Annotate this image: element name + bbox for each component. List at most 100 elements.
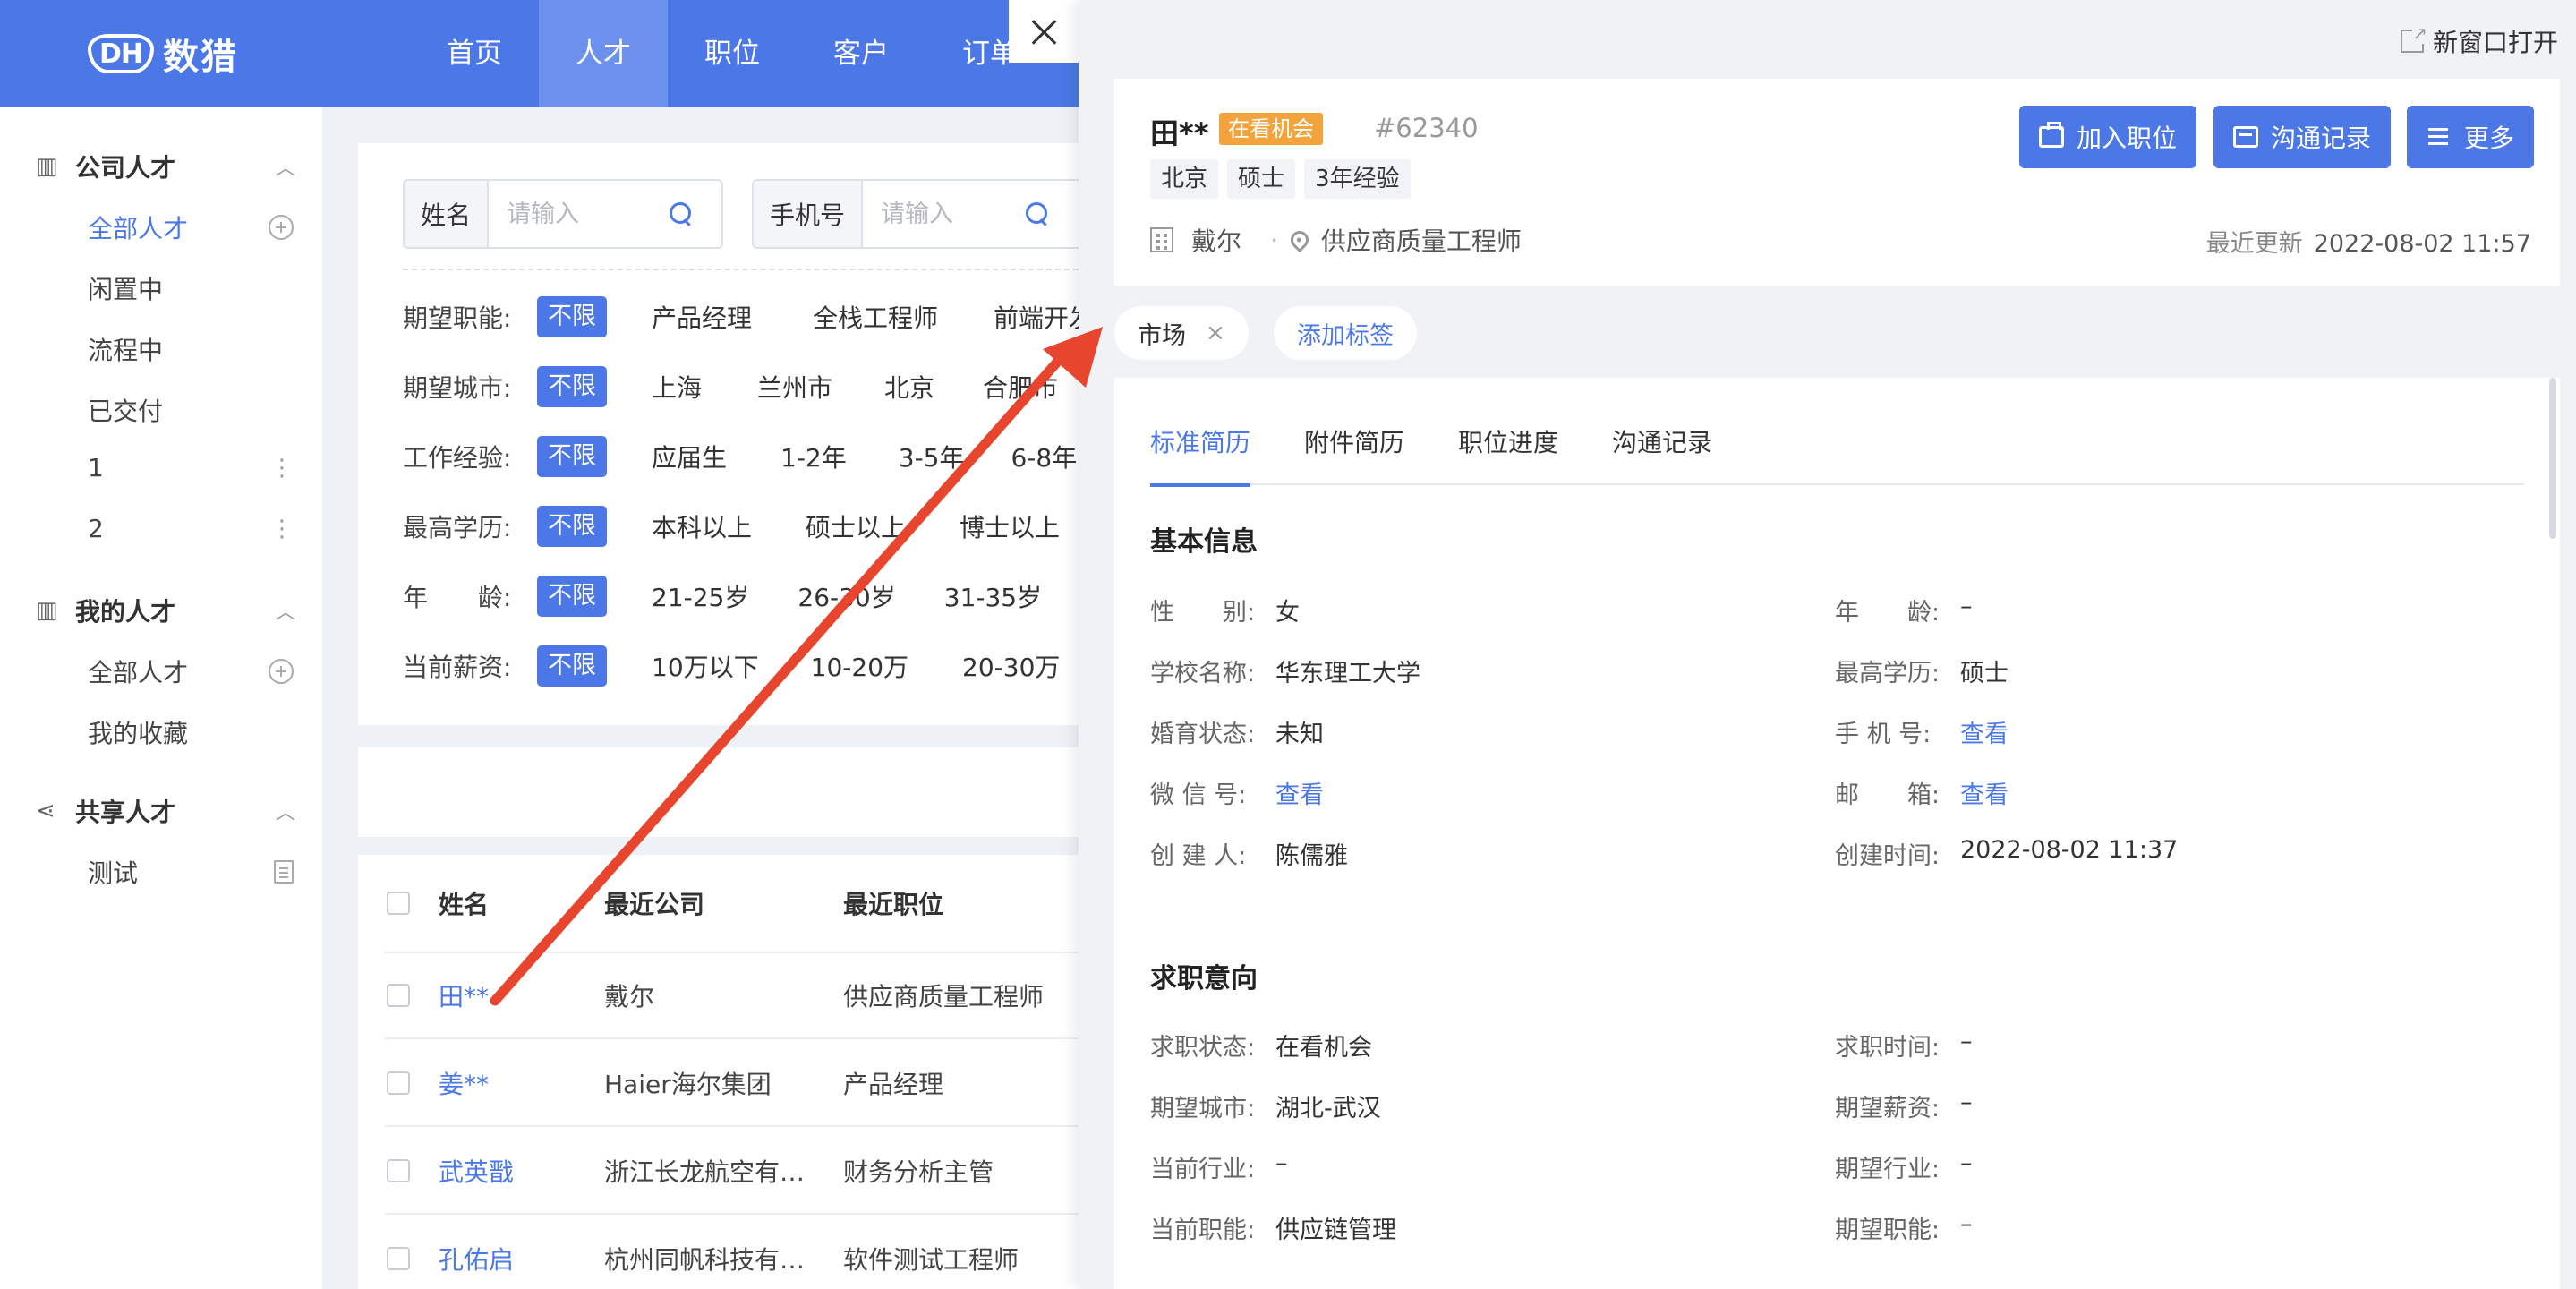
chevron-up-icon[interactable]: ︿: [276, 596, 295, 625]
scrollbar[interactable]: [2549, 378, 2556, 539]
filter-option[interactable]: 10-20万: [811, 648, 908, 684]
filter-option[interactable]: 兰州市: [757, 369, 832, 405]
filter-chip-unlimited[interactable]: 不限: [537, 296, 607, 337]
chevron-up-icon[interactable]: ︿: [276, 797, 295, 825]
add-circle-icon[interactable]: [269, 215, 294, 240]
open-new-window-link[interactable]: 新窗口打开: [2400, 22, 2558, 59]
filter-chip-unlimited[interactable]: 不限: [537, 366, 607, 407]
filter-option[interactable]: 硕士以上: [806, 508, 906, 544]
filter-label: 期望城市:: [403, 373, 512, 403]
name-search-input[interactable]: [489, 200, 669, 228]
filter-option[interactable]: 应届生: [652, 439, 727, 474]
candidate-name-link[interactable]: 武英戬: [439, 1153, 600, 1189]
more-vertical-icon[interactable]: ⋮: [270, 516, 294, 542]
filter-option[interactable]: 本科以上: [652, 508, 752, 544]
view-phone-link[interactable]: 查看: [1960, 714, 2009, 749]
tab-job-progress[interactable]: 职位进度: [1458, 423, 1558, 485]
filter-option[interactable]: 20-30万: [962, 648, 1060, 684]
column-header-name[interactable]: 姓名: [439, 885, 600, 921]
select-all-checkbox[interactable]: [387, 892, 410, 915]
view-email-link[interactable]: 查看: [1960, 775, 2009, 810]
add-to-job-button[interactable]: 加入职位: [2019, 106, 2197, 168]
filter-label: 最高学历:: [403, 513, 512, 542]
filter-chip-unlimited[interactable]: 不限: [537, 645, 607, 687]
communication-log-button[interactable]: 沟通记录: [2213, 106, 2392, 168]
table-row[interactable]: 武英戬 浙江长龙航空有限公司 财务分析主管: [385, 1129, 1079, 1215]
sidebar-item-all-talent[interactable]: 全部人才: [88, 209, 294, 245]
drawer-close-button[interactable]: [1009, 0, 1079, 63]
candidate-name-link[interactable]: 田**: [439, 977, 600, 1013]
candidate-name-link[interactable]: 孔佑启: [439, 1241, 600, 1276]
row-checkbox[interactable]: [387, 984, 410, 1007]
filter-option[interactable]: 上海: [652, 369, 702, 405]
sidebar-item-favorites[interactable]: 我的收藏: [88, 714, 294, 750]
filter-option[interactable]: 6-8年: [1011, 439, 1077, 474]
filter-option[interactable]: 21-25岁: [652, 578, 749, 614]
section-title-intent: 求职意向: [1150, 963, 1258, 994]
last-updated-value: 2022-08-02 11:57: [2313, 230, 2531, 258]
chevron-up-icon[interactable]: ︿: [276, 152, 295, 181]
tab-standard-resume[interactable]: 标准简历: [1150, 423, 1251, 487]
field-label: 期望薪资:: [1835, 1095, 1941, 1123]
row-checkbox[interactable]: [387, 1071, 410, 1095]
sidebar-item-idle[interactable]: 闲置中: [88, 270, 294, 306]
tab-attachment-resume[interactable]: 附件简历: [1304, 423, 1404, 485]
table-row[interactable]: 孔佑启 杭州同帆科技有限公司 软件测试工程师: [385, 1216, 1079, 1289]
sidebar-item-in-process[interactable]: 流程中: [88, 331, 294, 367]
tab-communication-log[interactable]: 沟通记录: [1612, 423, 1712, 485]
table-row[interactable]: 姜** Haier海尔集团 产品经理: [385, 1041, 1079, 1127]
filter-option[interactable]: 北京: [884, 369, 934, 405]
app-logo[interactable]: DH 数猎: [88, 28, 238, 80]
current-position: 供应商质量工程师: [1320, 226, 1522, 256]
sidebar-item-test[interactable]: 测试: [88, 854, 294, 890]
sidebar-group-mine[interactable]: ▥ 我的人才 ︿: [36, 593, 295, 628]
filter-option[interactable]: 1-2年: [780, 439, 847, 474]
sidebar-group-company[interactable]: ▥ 公司人才 ︿: [36, 149, 295, 184]
status-badge: 在看机会: [1219, 113, 1323, 145]
row-checkbox[interactable]: [387, 1247, 410, 1270]
sidebar-item-delivered[interactable]: 已交付: [88, 392, 294, 428]
add-circle-icon[interactable]: [269, 659, 294, 684]
column-header-company[interactable]: 最近公司: [604, 885, 808, 921]
table-row[interactable]: 田** 戴尔 供应商质量工程师: [385, 953, 1079, 1039]
view-wechat-link[interactable]: 查看: [1275, 775, 1324, 810]
column-header-position[interactable]: 最近职位: [843, 885, 1076, 921]
toolbar-area: [358, 747, 1079, 837]
more-vertical-icon[interactable]: ⋮: [270, 455, 294, 482]
logo-text: 数猎: [163, 37, 239, 78]
sidebar-item-my-all[interactable]: 全部人才: [88, 653, 294, 689]
nav-talent[interactable]: 人才: [539, 0, 668, 107]
filter-chip-unlimited[interactable]: 不限: [537, 436, 607, 477]
search-icon[interactable]: [668, 201, 695, 227]
row-checkbox[interactable]: [387, 1159, 410, 1182]
nav-jobs[interactable]: 职位: [668, 0, 797, 107]
filter-option[interactable]: 26-30岁: [798, 578, 895, 614]
filter-label: 工作经验:: [403, 443, 512, 473]
filter-option[interactable]: 31-35岁: [944, 578, 1042, 614]
nav-home[interactable]: 首页: [410, 0, 539, 107]
nav-clients[interactable]: 客户: [797, 0, 925, 107]
sidebar-item-2[interactable]: 2 ⋮: [88, 514, 294, 543]
phone-search-input[interactable]: [863, 200, 1025, 228]
sidebar-group-shared[interactable]: ⋖ 共享人才 ︿: [36, 793, 295, 829]
filter-chip-unlimited[interactable]: 不限: [537, 506, 607, 547]
field-label: 微 信 号:: [1150, 781, 1247, 809]
filter-option[interactable]: 全栈工程师: [813, 299, 938, 335]
filter-option[interactable]: 合肥市: [983, 369, 1058, 405]
search-icon[interactable]: [1024, 201, 1051, 227]
filter-chip-unlimited[interactable]: 不限: [537, 576, 607, 617]
sidebar-item-label: 我的收藏: [88, 719, 189, 748]
filter-option[interactable]: 3-5年: [899, 439, 965, 474]
profile-card: 田** 在看机会 #62340 北京 硕士 3年经验 戴尔 · 供应商质量工程师…: [1114, 79, 2560, 286]
field-value: –: [1960, 1088, 1973, 1116]
add-label-button[interactable]: 添加标签: [1274, 306, 1417, 360]
filter-option[interactable]: 产品经理: [652, 299, 752, 335]
remove-tag-icon[interactable]: ×: [1206, 320, 1225, 346]
sidebar-item-1[interactable]: 1 ⋮: [88, 453, 294, 482]
filter-option[interactable]: 10万以下: [652, 648, 759, 684]
filter-option[interactable]: 博士以上: [960, 508, 1060, 544]
document-icon[interactable]: [274, 860, 294, 884]
candidate-name-link[interactable]: 姜**: [439, 1065, 600, 1101]
more-button[interactable]: 更多: [2407, 106, 2535, 168]
field-label: 求职状态:: [1150, 1034, 1256, 1062]
